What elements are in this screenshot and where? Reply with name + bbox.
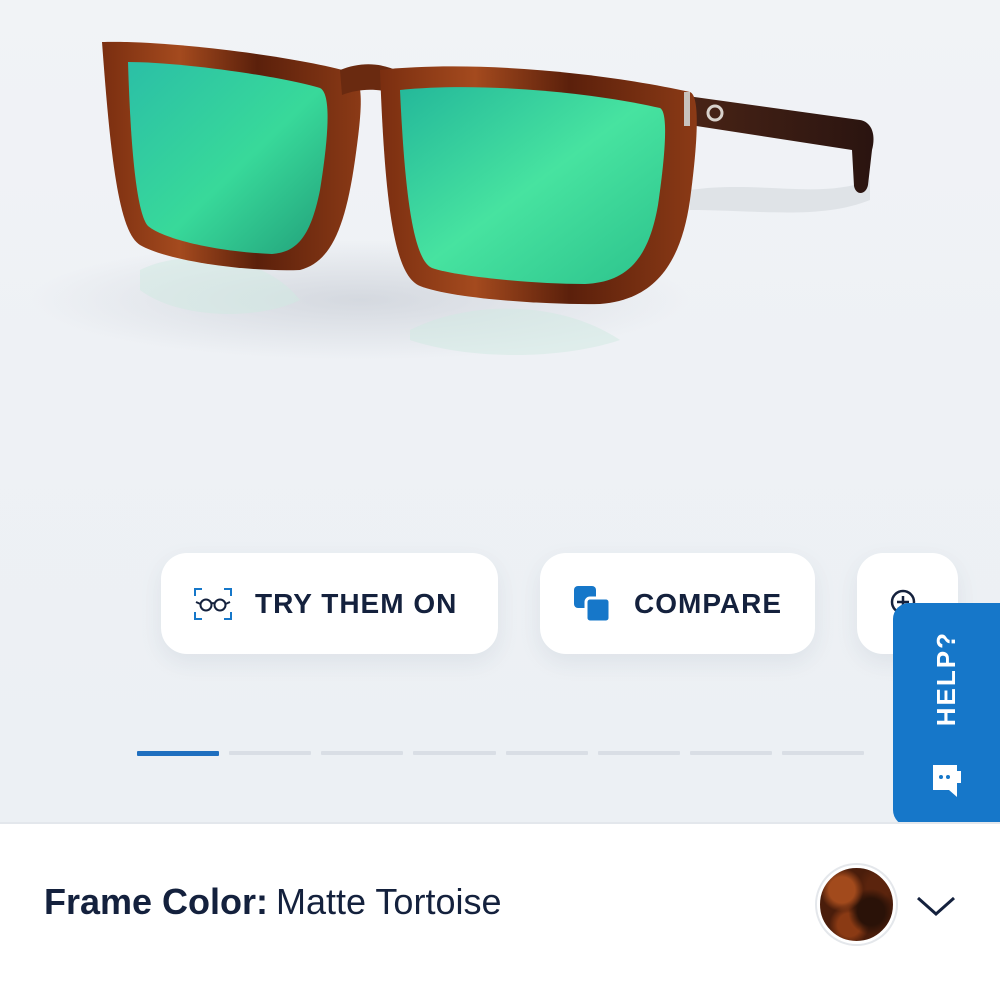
help-tab[interactable]: HELP?: [893, 603, 1000, 826]
carousel-dot[interactable]: [413, 751, 496, 755]
carousel-dot[interactable]: [321, 751, 404, 755]
frame-color-selector[interactable]: Frame Color: Matte Tortoise: [0, 824, 1000, 1000]
frame-color-label: Frame Color:: [44, 881, 269, 922]
compare-label: COMPARE: [634, 587, 783, 619]
carousel-dot[interactable]: [597, 751, 680, 755]
compare-squares-icon: [572, 584, 612, 624]
try-them-on-label: TRY THEM ON: [255, 587, 458, 619]
chevron-down-icon[interactable]: [914, 890, 958, 920]
chat-icon: [930, 762, 964, 800]
carousel-dot[interactable]: [689, 751, 772, 755]
sunglasses-image: [30, 41, 874, 360]
carousel-dot[interactable]: [505, 751, 588, 755]
glasses-scan-icon: [193, 586, 233, 622]
frame-color-value: Matte Tortoise: [276, 881, 502, 922]
carousel-dot[interactable]: [137, 751, 220, 756]
product-gallery: TRY THEM ON COMPARE: [0, 0, 1000, 822]
carousel-dot[interactable]: [781, 751, 864, 755]
carousel-indicators: [137, 751, 864, 757]
try-them-on-button[interactable]: TRY THEM ON: [161, 553, 498, 654]
frame-color-text: Frame Color: Matte Tortoise: [44, 881, 502, 923]
carousel-dot[interactable]: [229, 751, 312, 755]
color-swatch[interactable]: [817, 865, 896, 944]
compare-button[interactable]: COMPARE: [540, 553, 815, 654]
help-label: HELP?: [931, 631, 961, 727]
